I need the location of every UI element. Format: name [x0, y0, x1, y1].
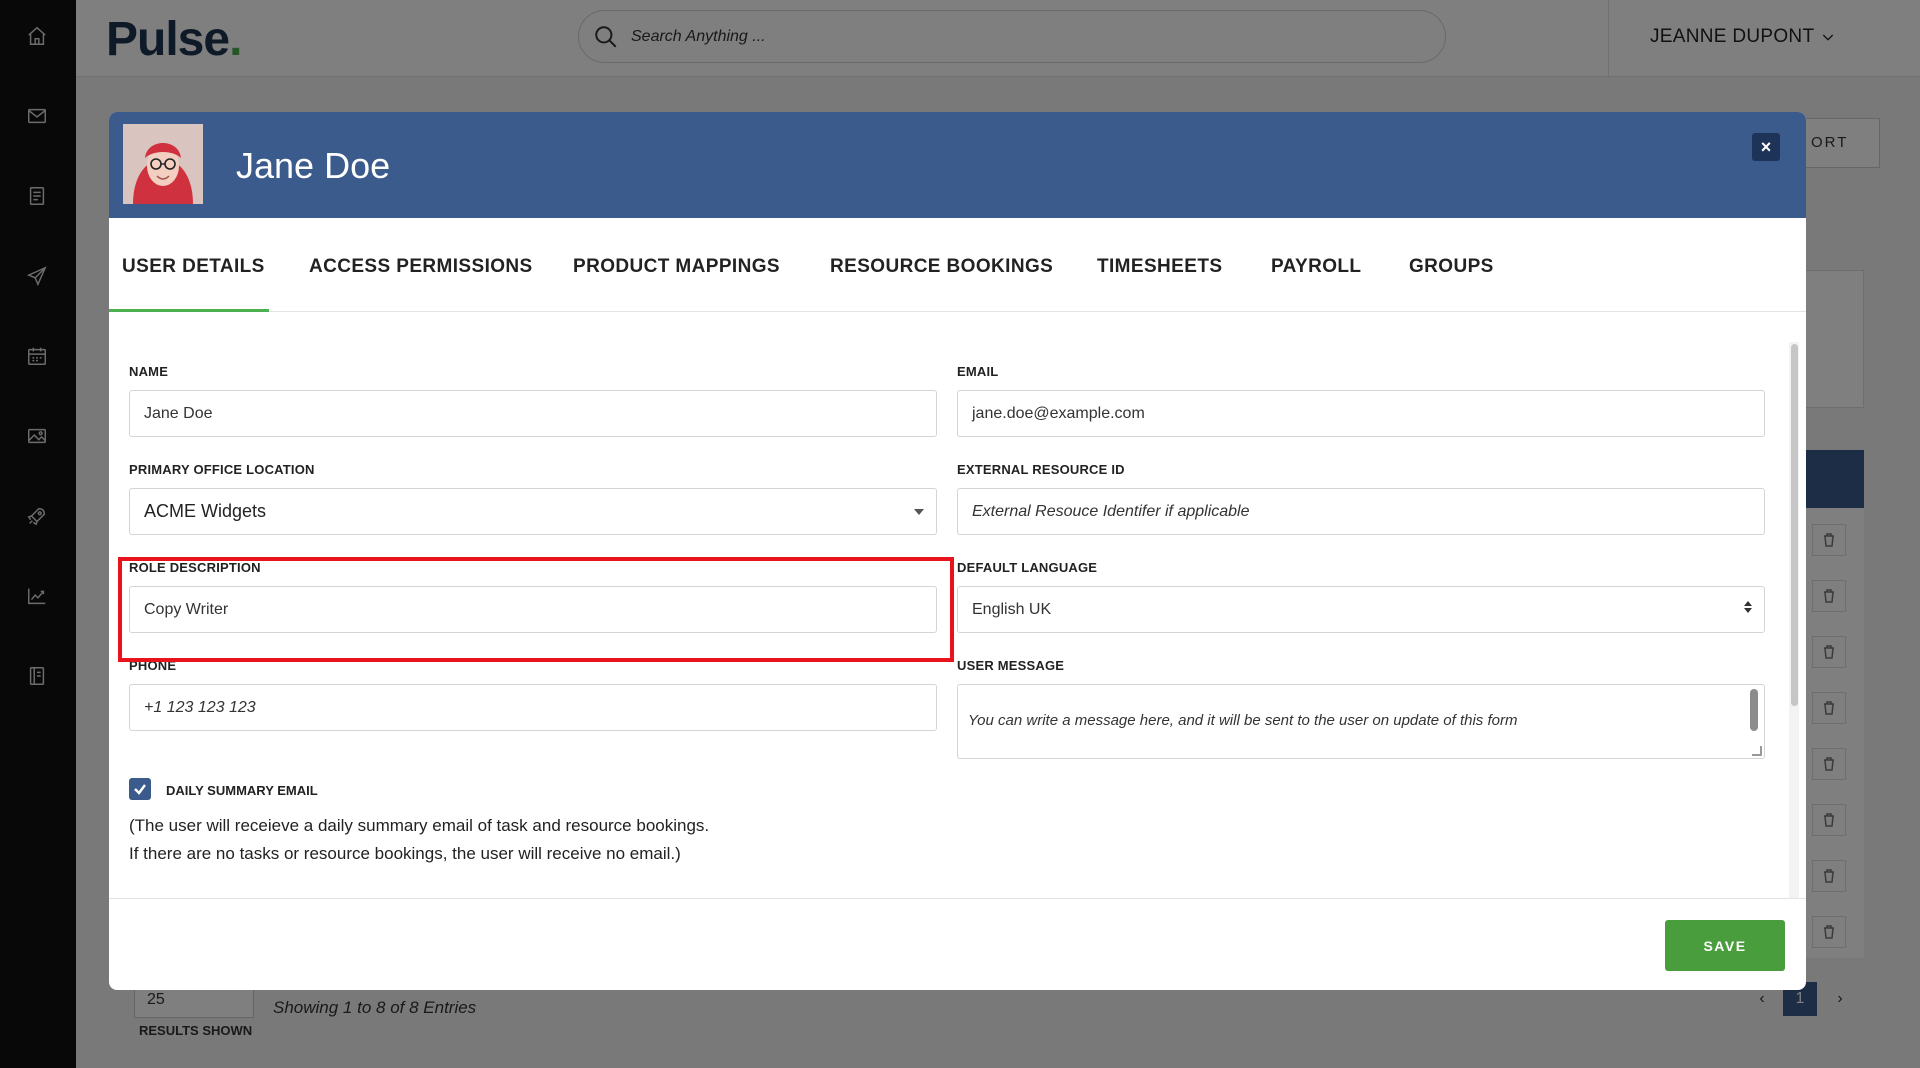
name-input[interactable]: Jane Doe [129, 390, 937, 437]
tab-product-mappings[interactable]: PRODUCT MAPPINGS [573, 256, 780, 278]
email-label: EMAIL [957, 364, 999, 379]
modal-footer: SAVE [109, 898, 1806, 990]
language-select[interactable]: English UK [957, 586, 1765, 633]
user-message-textarea[interactable]: You can write a message here, and it wil… [957, 684, 1765, 759]
tab-resource-bookings[interactable]: RESOURCE BOOKINGS [830, 256, 1053, 278]
modal-title: Jane Doe [236, 145, 391, 186]
daily-summary-label: DAILY SUMMARY EMAIL [166, 783, 318, 798]
checkmark-icon [134, 784, 146, 795]
tab-groups[interactable]: GROUPS [1409, 256, 1494, 278]
note-line-1: (The user will receieve a daily summary … [129, 816, 710, 835]
external-id-label: EXTERNAL RESOURCE ID [957, 462, 1125, 477]
tab-timesheets[interactable]: TIMESHEETS [1097, 256, 1222, 278]
office-label: PRIMARY OFFICE LOCATION [129, 462, 315, 477]
modal-scrollbar-thumb[interactable] [1791, 344, 1798, 706]
dropdown-arrow-icon [914, 509, 924, 515]
profile-photo [123, 124, 203, 204]
tab-access-permissions[interactable]: ACCESS PERMISSIONS [309, 256, 533, 278]
textarea-scrollbar[interactable] [1750, 689, 1758, 731]
external-id-input[interactable]: External Resouce Identifer if applicable [957, 488, 1765, 535]
language-label: DEFAULT LANGUAGE [957, 560, 1098, 575]
highlight-box [118, 557, 954, 662]
save-button[interactable]: SAVE [1665, 920, 1785, 971]
user-details-form: NAME Jane Doe PRIMARY OFFICE LOCATION AC… [109, 312, 1806, 898]
modal-tabs: USER DETAILS ACCESS PERMISSIONS PRODUCT … [109, 218, 1806, 312]
modal-header: Jane Doe × [109, 112, 1806, 218]
close-button[interactable]: × [1752, 133, 1780, 161]
office-select[interactable]: ACME Widgets [129, 488, 937, 535]
daily-summary-checkbox[interactable] [129, 778, 151, 800]
tab-user-details[interactable]: USER DETAILS [122, 256, 265, 278]
email-input[interactable]: jane.doe@example.com [957, 390, 1765, 437]
resize-handle-icon[interactable] [1752, 746, 1762, 756]
phone-input[interactable]: +1 123 123 123 [129, 684, 937, 731]
note-line-2: If there are no tasks or resource bookin… [129, 844, 681, 863]
updown-arrows-icon [1744, 601, 1752, 613]
user-modal: Jane Doe × USER DETAILS ACCESS PERMISSIO… [109, 112, 1806, 990]
name-label: NAME [129, 364, 169, 379]
tab-payroll[interactable]: PAYROLL [1271, 256, 1361, 278]
daily-summary-note: (The user will receieve a daily summary … [129, 812, 709, 868]
user-message-label: USER MESSAGE [957, 658, 1065, 673]
